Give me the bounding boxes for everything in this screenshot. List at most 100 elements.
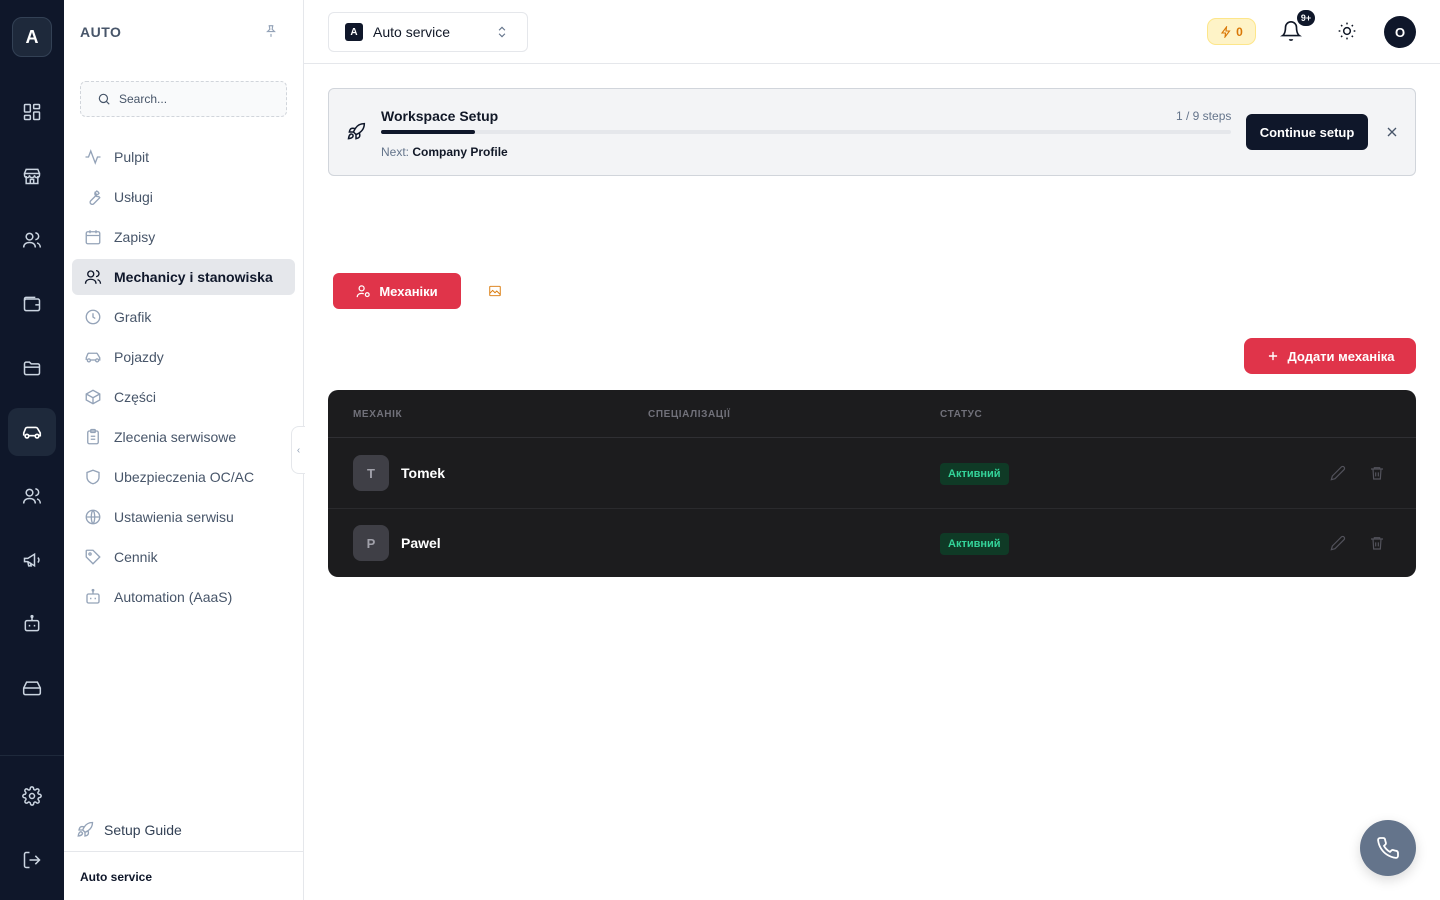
delete-button[interactable] <box>1369 535 1385 551</box>
rail-car-button[interactable] <box>8 408 56 456</box>
setup-next-step: Next: Company Profile <box>381 145 508 159</box>
sidebar-item-uslugi[interactable]: Usługi <box>72 179 295 215</box>
rail-megaphone-button[interactable] <box>8 536 56 584</box>
tab-workstations[interactable] <box>488 284 502 298</box>
workspace-selector[interactable]: A Auto service <box>328 12 528 52</box>
setup-progress-fill <box>381 130 476 134</box>
sidebar: AUTO Pulpit Usługi Zapisy Mechanicy i st… <box>64 0 305 900</box>
sidebar-item-automation[interactable]: Automation (AaaS) <box>72 579 295 615</box>
table-row[interactable]: P Pawel Активний <box>328 508 1416 577</box>
rail-bot-button[interactable] <box>8 600 56 648</box>
edit-button[interactable] <box>1330 535 1346 551</box>
rail-folder-button[interactable] <box>8 344 56 392</box>
lightning-icon <box>1221 25 1231 38</box>
table-header: МЕХАНІК СПЕЦІАЛІЗАЦІЇ СТАТУС <box>328 390 1416 438</box>
close-icon <box>1387 127 1397 137</box>
pencil-icon <box>1330 465 1346 481</box>
sidebar-search[interactable] <box>80 81 287 117</box>
sidebar-item-pulpit[interactable]: Pulpit <box>72 139 295 175</box>
column-header-specializations[interactable]: СПЕЦІАЛІЗАЦІЇ <box>648 409 730 420</box>
search-input[interactable] <box>119 92 269 106</box>
sidebar-item-label: Zapisy <box>114 229 156 245</box>
workspace-badge: A <box>345 23 363 41</box>
sidebar-item-label: Ubezpieczenia OC/AC <box>114 469 255 485</box>
store-icon <box>23 168 41 185</box>
setup-title: Workspace Setup <box>381 108 499 124</box>
mechanic-name: Tomek <box>401 465 446 481</box>
pin-icon <box>266 25 276 37</box>
trash-icon <box>1371 537 1383 550</box>
sidebar-item-mechanicy[interactable]: Mechanicy i stanowiska <box>72 259 295 295</box>
icon-rail: A <box>0 0 64 900</box>
rail-dashboard-button[interactable] <box>8 88 56 136</box>
setup-next-label: Next: <box>381 145 410 159</box>
delete-button[interactable] <box>1369 465 1385 481</box>
app-logo[interactable]: A <box>12 17 52 57</box>
calendar-icon <box>85 230 101 245</box>
close-banner-button[interactable] <box>1384 124 1400 140</box>
shield-icon <box>86 469 100 485</box>
setup-guide-link[interactable]: Setup Guide <box>76 821 182 839</box>
settings-icon <box>22 786 42 806</box>
add-mechanic-label: Додати механіка <box>1287 348 1395 364</box>
column-header-status[interactable]: СТАТУС <box>940 409 982 420</box>
sidebar-item-label: Automation (AaaS) <box>114 589 233 605</box>
chevrons-up-down-icon <box>498 26 506 38</box>
wallet-icon <box>23 296 41 312</box>
rail-logout-button[interactable] <box>8 836 56 884</box>
team-icon <box>22 488 42 504</box>
rail-users-button[interactable] <box>8 216 56 264</box>
megaphone-icon <box>23 552 40 568</box>
mechanics-table: МЕХАНІК СПЕЦІАЛІЗАЦІЇ СТАТУС T Tomek Акт… <box>328 390 1416 577</box>
sidebar-item-zapisy[interactable]: Zapisy <box>72 219 295 255</box>
status-badge: Активний <box>940 463 1009 485</box>
column-header-mechanic[interactable]: МЕХАНІК <box>353 409 402 420</box>
sidebar-nav: Pulpit Usługi Zapisy Mechanicy i stanowi… <box>72 139 295 619</box>
mechanic-avatar: T <box>353 455 389 491</box>
sidebar-item-label: Mechanicy i stanowiska <box>114 269 273 285</box>
user-avatar[interactable]: O <box>1384 16 1416 48</box>
rail-wallet-button[interactable] <box>8 280 56 328</box>
sidebar-item-czesci[interactable]: Części <box>72 379 295 415</box>
sidebar-item-ustawienia[interactable]: Ustawienia serwisu <box>72 499 295 535</box>
table-row[interactable]: T Tomek Активний <box>328 439 1416 508</box>
sidebar-item-zlecenia[interactable]: Zlecenia serwisowe <box>72 419 295 455</box>
pin-button[interactable] <box>264 24 278 38</box>
sidebar-item-label: Pulpit <box>114 149 150 165</box>
trash-icon <box>1371 467 1383 480</box>
sidebar-item-ubezpieczenia[interactable]: Ubezpieczenia OC/AC <box>72 459 295 495</box>
rail-drive-button[interactable] <box>8 664 56 712</box>
globe-icon <box>85 509 101 525</box>
broken-image-icon <box>489 285 501 297</box>
rocket-icon <box>346 122 366 142</box>
sidebar-item-label: Zlecenia serwisowe <box>114 429 237 445</box>
sidebar-item-label: Ustawienia serwisu <box>114 509 234 525</box>
plus-icon <box>1268 351 1277 361</box>
sidebar-item-pojazdy[interactable]: Pojazdy <box>72 339 295 375</box>
phone-icon <box>1377 837 1399 859</box>
credits-badge[interactable]: 0 <box>1207 18 1256 45</box>
dashboard-icon <box>23 103 41 121</box>
workspace-name: Auto service <box>373 24 451 40</box>
edit-button[interactable] <box>1330 465 1346 481</box>
sidebar-title: AUTO <box>80 24 122 40</box>
theme-toggle[interactable] <box>1337 21 1357 41</box>
workspace-setup-banner: Workspace Setup Next: Company Profile 1 … <box>328 88 1416 176</box>
sidebar-item-grafik[interactable]: Grafik <box>72 299 295 335</box>
rail-store-button[interactable] <box>8 152 56 200</box>
tab-mechanics[interactable]: Механіки <box>333 273 461 309</box>
setup-next-value: Company Profile <box>412 145 508 159</box>
rail-settings-button[interactable] <box>8 772 56 820</box>
continue-setup-button[interactable]: Continue setup <box>1246 114 1368 150</box>
sidebar-collapse-handle[interactable]: ‹ <box>291 426 305 474</box>
box-icon <box>85 389 101 405</box>
add-mechanic-button[interactable]: Додати механіка <box>1244 338 1416 374</box>
car-icon <box>85 352 101 363</box>
topbar: A Auto service 0 9+ O <box>304 0 1440 64</box>
sidebar-item-cennik[interactable]: Cennik <box>72 539 295 575</box>
bot-icon <box>86 588 100 604</box>
sidebar-item-label: Usługi <box>114 189 153 205</box>
users-icon <box>84 269 102 284</box>
rail-team-button[interactable] <box>8 472 56 520</box>
call-button[interactable] <box>1360 820 1416 876</box>
